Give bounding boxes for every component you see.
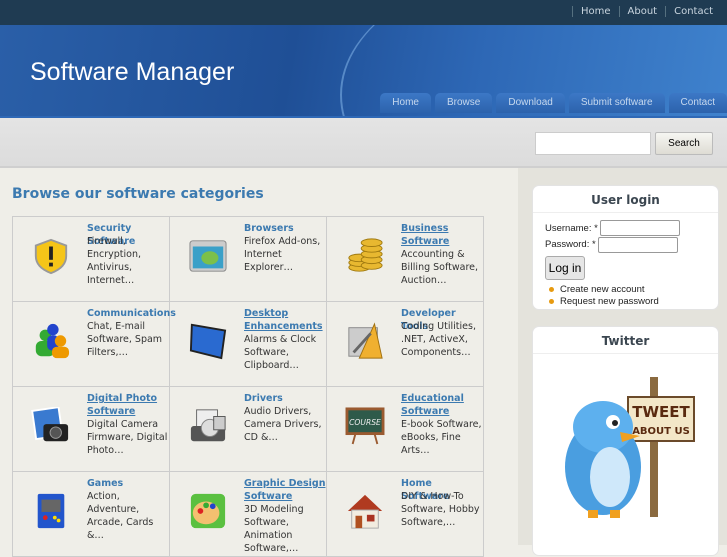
top-link-about[interactable]: About <box>618 6 666 17</box>
site-title[interactable]: Software Manager <box>30 58 234 87</box>
arcade-icon[interactable] <box>31 492 71 530</box>
top-links: Home About Contact <box>571 6 721 17</box>
request-password-link[interactable]: Request new password <box>549 296 659 307</box>
nav-submit-software[interactable]: Submit software <box>568 93 665 113</box>
category-cell: Desktop Enhancements Alarms & Clock Soft… <box>170 302 327 387</box>
twitter-bird-icon[interactable]: TWEET ABOUT US <box>558 372 703 522</box>
category-description: Coding Utilities, .NET, ActiveX, Compone… <box>401 321 476 358</box>
drivers-icon[interactable] <box>188 407 228 445</box>
category-description: Firewall, Encryption, Antivirus, Interne… <box>87 236 142 286</box>
nav-browse[interactable]: Browse <box>434 93 493 113</box>
desktop-icon[interactable] <box>188 322 228 360</box>
category-link[interactable]: Desktop Enhancements <box>244 307 326 333</box>
category-cell: Security Software Firewall, Encryption, … <box>13 217 170 302</box>
top-link-home[interactable]: Home <box>571 6 619 17</box>
category-cell: Home Software DIY & How-To Software, Hob… <box>327 472 484 557</box>
twitter-title: Twitter <box>533 327 718 354</box>
request-password-label: Request new password <box>560 296 659 307</box>
chalkboard-icon[interactable]: COURSE <box>345 407 385 445</box>
category-link[interactable]: Communications <box>87 307 176 320</box>
username-label: Username: * <box>545 223 598 234</box>
browser-icon[interactable] <box>188 237 228 275</box>
sidebar: User login Username: * Password: * Log i… <box>518 168 727 556</box>
twitter-block: Twitter TWEET ABOUT US <box>532 326 719 556</box>
category-cell: Browsers Firefox Add-ons, Internet Explo… <box>170 217 327 302</box>
create-account-label: Create new account <box>560 284 645 295</box>
search-button[interactable]: Search <box>655 132 713 155</box>
category-cell: Graphic Design Software 3D Modeling Soft… <box>170 472 327 557</box>
category-link[interactable]: Games <box>87 477 169 490</box>
category-link[interactable]: Digital Photo Software <box>87 392 169 418</box>
category-grid: Security Software Firewall, Encryption, … <box>12 216 484 557</box>
main-nav: Home Browse Download Submit software Con… <box>380 93 727 113</box>
category-description: Audio Drivers, Camera Drivers, CD &… <box>244 406 322 443</box>
house-icon[interactable] <box>345 492 385 530</box>
category-description: Accounting & Billing Software, Auction… <box>401 249 479 286</box>
tools-icon[interactable] <box>345 322 385 360</box>
category-cell: Communications Chat, E-mail Software, Sp… <box>13 302 176 387</box>
category-link[interactable]: Business Software <box>401 222 483 248</box>
category-cell: Drivers Audio Drivers, Camera Drivers, C… <box>170 387 327 472</box>
password-input[interactable] <box>598 237 678 253</box>
svg-text:TWEET: TWEET <box>632 403 690 421</box>
bullet-icon <box>549 287 554 292</box>
category-link[interactable]: Browsers <box>244 222 326 235</box>
category-description: Digital Camera Firmware, Digital Photo… <box>87 419 168 456</box>
category-description: 3D Modeling Software, Animation Software… <box>244 504 304 554</box>
login-title: User login <box>533 186 718 213</box>
category-cell: Digital Photo Software Digital Camera Fi… <box>13 387 170 472</box>
category-cell: Games Action, Adventure, Arcade, Cards &… <box>13 472 170 557</box>
login-button[interactable]: Log in <box>545 256 585 280</box>
category-link[interactable]: Drivers <box>244 392 326 405</box>
page-title: Browse our software categories <box>12 186 264 202</box>
username-input[interactable] <box>600 220 680 236</box>
category-link[interactable]: Graphic Design Software <box>244 477 326 503</box>
category-description: DIY & How-To Software, Hobby Software,… <box>401 491 480 528</box>
palette-icon[interactable] <box>188 492 228 530</box>
category-description: Firefox Add-ons, Internet Explorer… <box>244 236 321 273</box>
password-label: Password: * <box>545 239 596 250</box>
category-link[interactable]: Educational Software <box>401 392 483 418</box>
top-link-contact[interactable]: Contact <box>665 6 721 17</box>
top-bar: Home About Contact <box>0 0 727 25</box>
header-banner: Software Manager Home Browse Download Su… <box>0 25 727 116</box>
category-cell: Business Software Accounting & Billing S… <box>327 217 484 302</box>
search-input[interactable] <box>535 132 651 155</box>
category-cell: COURSE Educational Software E-book Softw… <box>327 387 484 472</box>
users-icon[interactable] <box>31 322 71 360</box>
category-description: Action, Adventure, Arcade, Cards &… <box>87 491 154 541</box>
camera-icon[interactable] <box>31 407 71 445</box>
nav-contact[interactable]: Contact <box>668 93 727 113</box>
category-description: Alarms & Clock Software, Clipboard… <box>244 334 317 371</box>
svg-text:ABOUT US: ABOUT US <box>632 426 690 437</box>
nav-download[interactable]: Download <box>496 93 565 113</box>
user-login-block: User login Username: * Password: * Log i… <box>532 185 719 310</box>
category-cell: Developer Tools Coding Utilities, .NET, … <box>327 302 484 387</box>
nav-home[interactable]: Home <box>380 93 431 113</box>
category-description: Chat, E-mail Software, Spam Filters,… <box>87 321 163 358</box>
search-band: Search <box>0 116 727 168</box>
shield-icon[interactable] <box>31 237 71 275</box>
svg-text:COURSE: COURSE <box>349 418 381 427</box>
coins-icon[interactable] <box>345 237 385 275</box>
create-account-link[interactable]: Create new account <box>549 284 645 295</box>
category-description: E-book Software, eBooks, Fine Arts… <box>401 419 482 456</box>
bullet-icon <box>549 299 554 304</box>
